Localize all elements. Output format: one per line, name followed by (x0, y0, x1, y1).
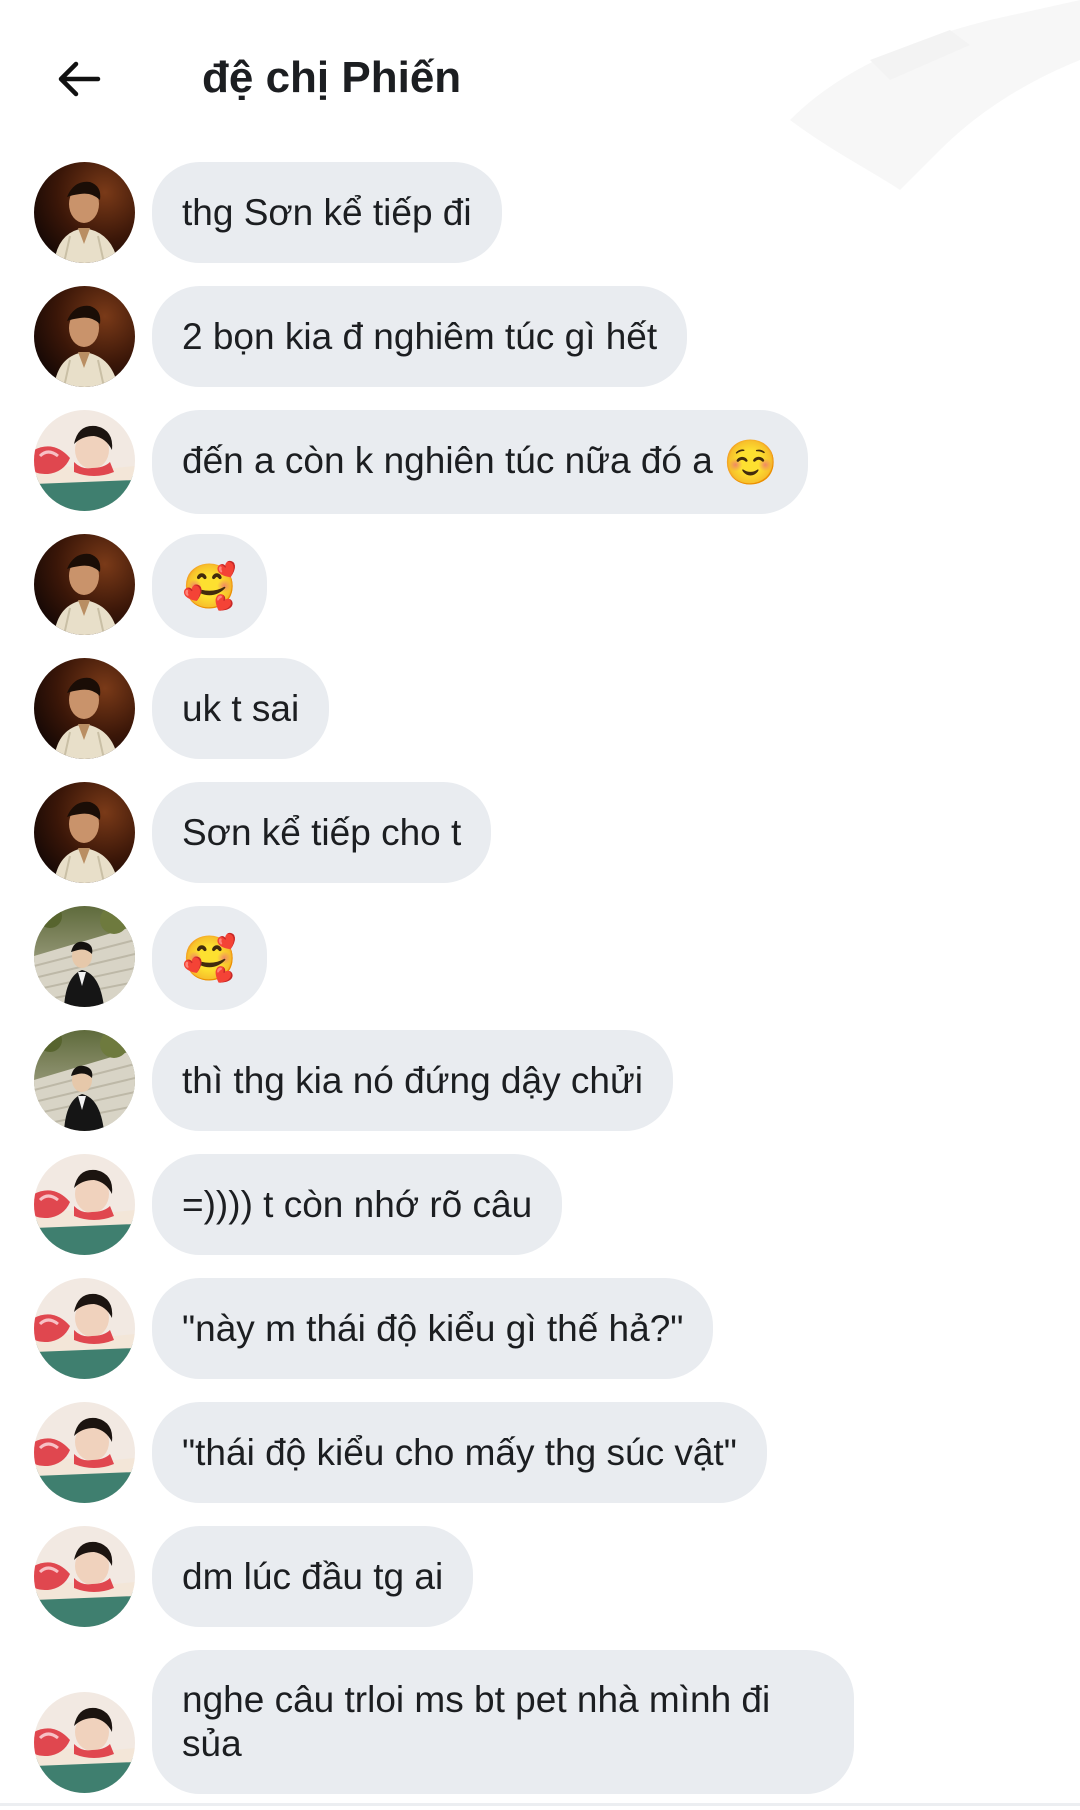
avatar[interactable] (34, 1526, 135, 1627)
avatar[interactable] (34, 1402, 135, 1503)
smiling-face-emoji: ☺️ (723, 438, 778, 488)
message-bubble[interactable]: 🥰 (152, 534, 267, 638)
avatar[interactable] (34, 906, 135, 1007)
message-bubble[interactable]: 🥰 (152, 906, 267, 1010)
message-bubble[interactable]: thg Sơn kể tiếp đi (152, 162, 502, 263)
divider (0, 1803, 1080, 1806)
avatar[interactable] (34, 782, 135, 883)
arrow-left-icon (58, 61, 101, 97)
message-text: dm lúc đầu tg ai (182, 1556, 444, 1597)
avatar[interactable] (34, 658, 135, 759)
message-bubble[interactable]: dm lúc đầu tg ai (152, 1526, 474, 1627)
message-text: "này m thái độ kiểu gì thế hả?" (182, 1308, 684, 1349)
avatar[interactable] (34, 162, 135, 263)
message-bubble[interactable]: 2 bọn kia đ nghiêm túc gì hết (152, 286, 688, 387)
avatar[interactable] (34, 1278, 135, 1379)
message-bubble[interactable]: Sơn kể tiếp cho t (152, 782, 492, 883)
smiling-hearts-emoji: 🥰 (182, 562, 237, 612)
avatar[interactable] (34, 1030, 135, 1131)
avatar[interactable] (34, 1692, 135, 1793)
avatar[interactable] (34, 286, 135, 387)
message-text: "thái độ kiểu cho mấy thg súc vật" (182, 1432, 737, 1473)
message-text: thì thg kia nó đứng dậy chửi (182, 1060, 643, 1101)
avatar[interactable] (34, 1154, 135, 1255)
message-bubble[interactable]: "này m thái độ kiểu gì thế hả?" (152, 1278, 714, 1379)
message-text: =)))) t còn nhớ rõ câu (182, 1184, 533, 1225)
message-text: uk t sai (182, 688, 300, 729)
chat-header: đệ chị Phiến (0, 0, 1080, 160)
chat-title: đệ chị Phiến (202, 53, 462, 102)
message-bubble[interactable]: thì thg kia nó đứng dậy chửi (152, 1030, 673, 1131)
message-bubble[interactable]: "thái độ kiểu cho mấy thg súc vật" (152, 1402, 767, 1503)
avatar[interactable] (34, 410, 135, 511)
back-button[interactable] (44, 44, 114, 114)
message-bubble[interactable]: nghe câu trloi ms bt pet nhà mình đi sủa (152, 1650, 854, 1794)
message-text: 2 bọn kia đ nghiêm túc gì hết (182, 316, 658, 357)
message-bubble[interactable]: uk t sai (152, 658, 330, 759)
message-text: thg Sơn kể tiếp đi (182, 192, 472, 233)
avatar[interactable] (34, 534, 135, 635)
message-text: đến a còn k nghiên túc nữa đó a (182, 440, 713, 481)
message-bubble[interactable]: đến a còn k nghiên túc nữa đó a ☺️ (152, 410, 808, 514)
message-bubble[interactable]: =)))) t còn nhớ rõ câu (152, 1154, 563, 1255)
message-text: nghe câu trloi ms bt pet nhà mình đi sủa (182, 1679, 771, 1764)
smiling-hearts-emoji: 🥰 (182, 934, 237, 984)
message-text: Sơn kể tiếp cho t (182, 812, 462, 853)
